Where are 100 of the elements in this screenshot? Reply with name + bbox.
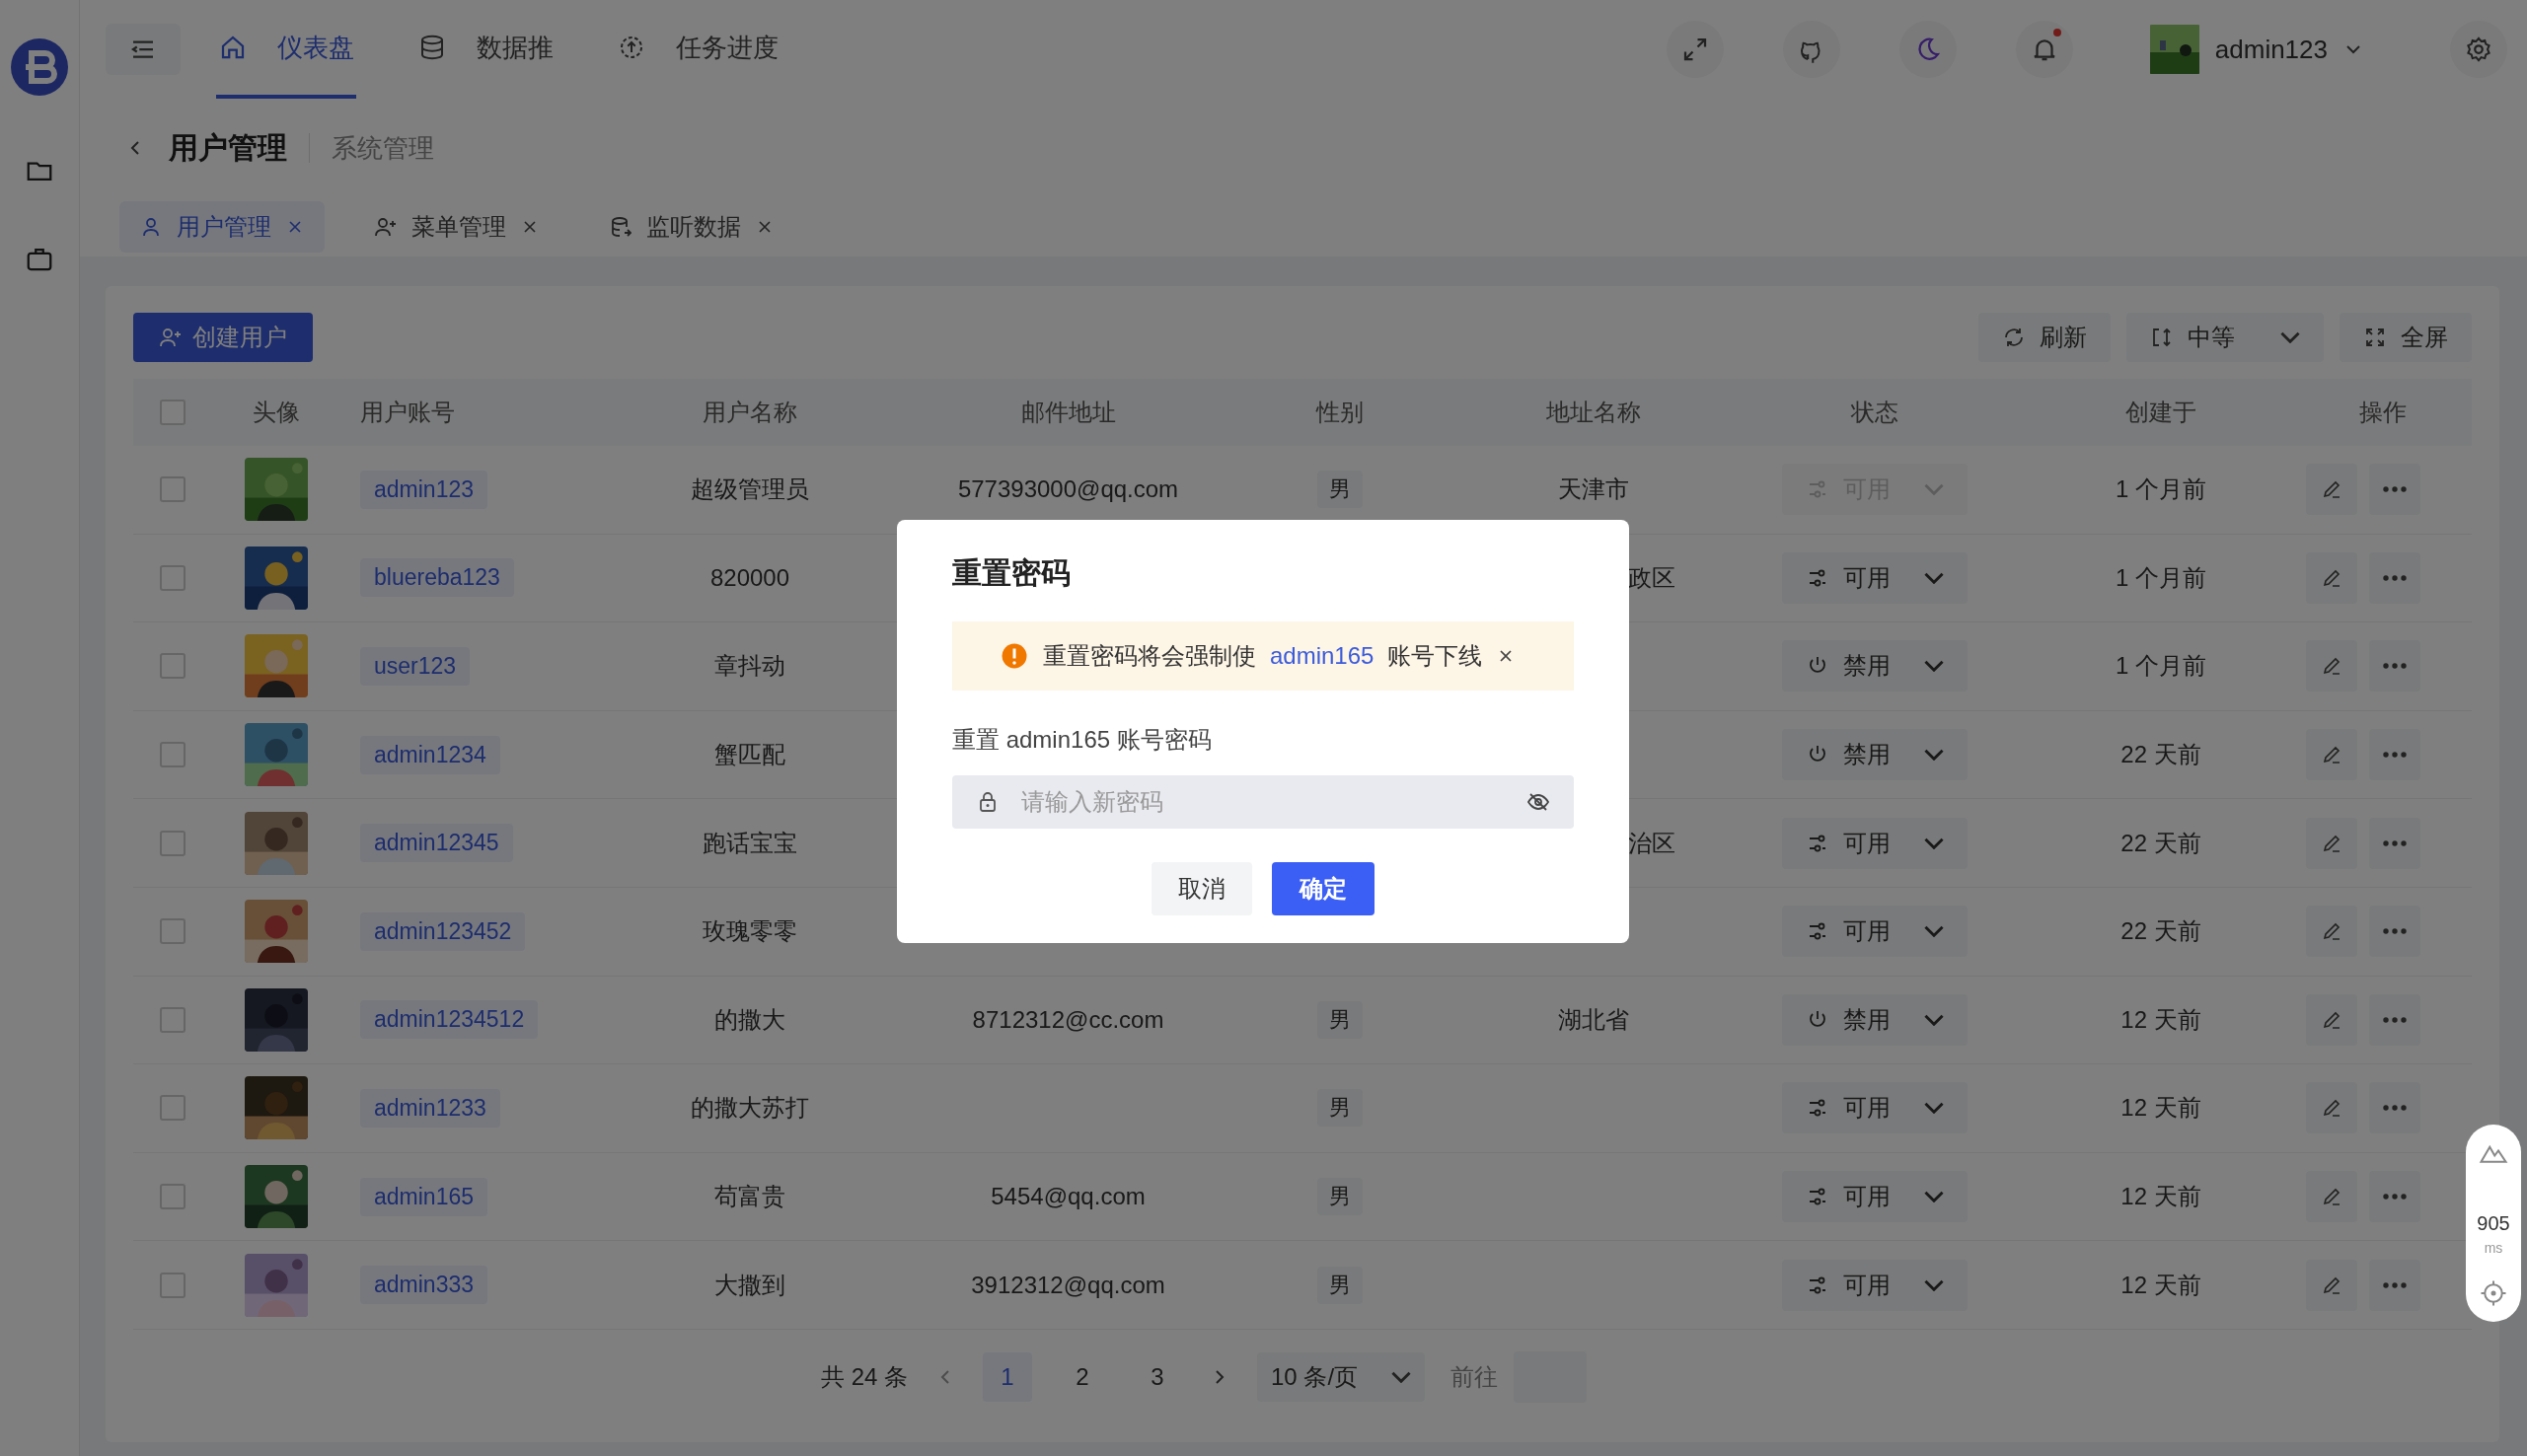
breadcrumb-link[interactable]: 系统管理	[332, 130, 434, 166]
more-button[interactable]	[2369, 817, 2420, 869]
account-tag[interactable]: admin165	[360, 1177, 488, 1216]
created-cell-text: 1 个月前	[2116, 474, 2206, 505]
row-checkbox[interactable]	[160, 1272, 186, 1298]
account-tag[interactable]: admin1233	[360, 1088, 500, 1128]
chevron-down-icon	[1924, 1191, 1944, 1203]
status-select[interactable]: 禁用	[1782, 993, 1968, 1046]
nav-tab[interactable]: 任务进度	[615, 0, 780, 99]
refresh-icon	[2002, 326, 2026, 349]
edit-button[interactable]	[2306, 993, 2357, 1046]
status-select[interactable]: 禁用	[1782, 640, 1968, 692]
row-checkbox[interactable]	[160, 564, 186, 591]
more-button[interactable]	[2369, 551, 2420, 604]
more-button[interactable]	[2369, 993, 2420, 1046]
column-header: 用户账号	[360, 398, 455, 427]
page-tab[interactable]: 菜单管理	[354, 201, 559, 253]
total-count: 共 24 条	[821, 1361, 908, 1392]
row-checkbox[interactable]	[160, 1095, 186, 1122]
edit-button[interactable]	[2306, 1171, 2357, 1223]
status-select[interactable]: 可用	[1782, 1171, 1968, 1223]
user-name[interactable]: admin123	[2214, 34, 2328, 65]
more-button[interactable]	[2369, 640, 2420, 692]
chevron-down-icon	[1924, 1013, 1944, 1026]
menu-button[interactable]	[106, 24, 181, 75]
account-tag[interactable]: admin123452	[360, 911, 526, 951]
account-link[interactable]: admin165	[1270, 642, 1375, 670]
fullscreen-icon	[2363, 326, 2387, 349]
chevron-down-icon	[1924, 660, 1944, 673]
account-tag[interactable]: admin333	[360, 1266, 488, 1305]
status-select[interactable]: 禁用	[1782, 729, 1968, 781]
target-icon[interactable]	[2479, 1278, 2508, 1308]
status-select[interactable]: 可用	[1782, 817, 1968, 869]
email-cell: 8712312@cc.com	[972, 1005, 1164, 1034]
page-button[interactable]: 1	[983, 1351, 1032, 1402]
cancel-button[interactable]: 取消	[1152, 862, 1252, 915]
account-tag[interactable]: admin123	[360, 470, 488, 509]
edit-button[interactable]	[2306, 640, 2357, 692]
more-button[interactable]	[2369, 1082, 2420, 1134]
column-header: 状态	[1851, 398, 1898, 427]
column-header: 用户名称	[703, 398, 797, 427]
more-button[interactable]	[2369, 1259, 2420, 1311]
status-select[interactable]: 可用	[1782, 906, 1968, 958]
created-cell-text: 12 天前	[2120, 1182, 2201, 1212]
account-tag[interactable]: admin1234512	[360, 1000, 539, 1040]
edit-button[interactable]	[2306, 906, 2357, 958]
address-cell-text: 治区	[1628, 828, 1675, 858]
gender-tag: 男	[1316, 1000, 1363, 1039]
select-all-checkbox[interactable]	[160, 400, 186, 425]
page-title: 用户管理	[169, 129, 287, 166]
row-checkbox[interactable]	[160, 742, 186, 768]
chevron-down-icon	[1924, 483, 1944, 496]
row-checkbox[interactable]	[160, 1184, 186, 1210]
refresh-button[interactable]: 刷新	[1978, 313, 2111, 362]
edit-button[interactable]	[2306, 817, 2357, 869]
page-tab[interactable]: 用户管理	[119, 201, 325, 253]
density-dropdown[interactable]: 中等	[2126, 313, 2324, 362]
edit-button[interactable]	[2306, 1259, 2357, 1311]
more-button[interactable]	[2369, 729, 2420, 781]
add-user-icon	[374, 215, 398, 239]
page-tab[interactable]: 监听数据	[589, 201, 794, 253]
chevron-down-icon	[2280, 331, 2300, 343]
create-user-button[interactable]: 创建用户	[133, 313, 313, 362]
add-user-icon	[159, 326, 183, 349]
row-checkbox[interactable]	[160, 830, 186, 856]
more-icon	[2383, 752, 2407, 759]
fullscreen-button[interactable]: 全屏	[2340, 313, 2472, 362]
more-button[interactable]	[2369, 906, 2420, 958]
status-select[interactable]: 可用	[1782, 551, 1968, 604]
logo-icon	[10, 37, 69, 97]
row-height-icon	[2150, 326, 2174, 349]
column-header: 创建于	[2125, 398, 2196, 427]
more-icon	[2383, 839, 2407, 846]
confirm-button[interactable]: 确定	[1272, 862, 1375, 915]
row-checkbox[interactable]	[160, 918, 186, 945]
user-name-cell: 820000	[709, 563, 790, 592]
account-tag[interactable]: user123	[360, 647, 471, 686]
user-name-cell-text: 超级管理员	[691, 474, 809, 505]
status-select[interactable]: 可用	[1782, 1259, 1968, 1311]
settings-icon	[2464, 35, 2493, 64]
created-cell-text: 12 天前	[2120, 1093, 2201, 1124]
edit-button[interactable]	[2306, 729, 2357, 781]
email-cell: 3912312@qq.com	[971, 1271, 1165, 1299]
nav-tab[interactable]: 数据推	[415, 0, 556, 99]
row-checkbox[interactable]	[160, 653, 186, 680]
row-checkbox[interactable]	[160, 476, 186, 503]
page-button[interactable]: 2	[1058, 1351, 1107, 1402]
account-tag[interactable]: admin12345	[360, 824, 513, 863]
account-tag[interactable]: admin1234	[360, 735, 500, 774]
more-button[interactable]	[2369, 464, 2420, 516]
page-size-select[interactable]: 10 条/页	[1257, 1351, 1425, 1402]
edit-button[interactable]	[2306, 1082, 2357, 1134]
edit-button[interactable]	[2306, 464, 2357, 516]
status-select[interactable]: 可用	[1782, 1082, 1968, 1134]
page-button[interactable]: 3	[1133, 1351, 1182, 1402]
edit-button[interactable]	[2306, 551, 2357, 604]
password-field[interactable]: 请输入新密码	[952, 775, 1574, 829]
more-button[interactable]	[2369, 1171, 2420, 1223]
row-checkbox[interactable]	[160, 1006, 186, 1033]
account-tag[interactable]: bluereba123	[360, 558, 514, 598]
